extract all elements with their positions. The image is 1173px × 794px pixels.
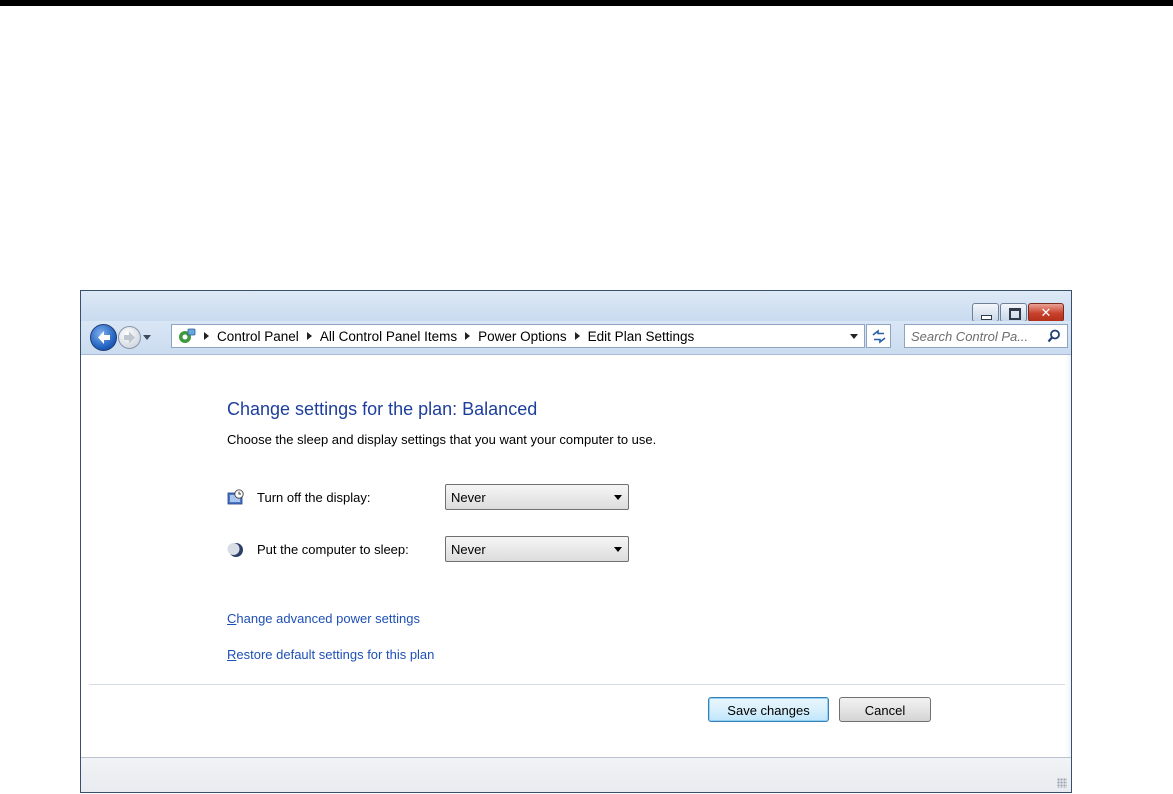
content-pane: Change settings for the plan: Balanced C…	[81, 355, 1071, 685]
minimize-icon	[973, 304, 998, 321]
control-panel-window: ✕ Control Panel All Control Panel Items …	[80, 290, 1072, 793]
back-button[interactable]	[90, 324, 117, 351]
breadcrumb-edit-plan-settings[interactable]: Edit Plan Settings	[588, 329, 695, 344]
caption-buttons: ✕	[972, 303, 1064, 322]
close-button[interactable]: ✕	[1028, 303, 1064, 322]
breadcrumb-control-panel[interactable]: Control Panel	[217, 329, 299, 344]
content-edge	[1065, 355, 1071, 765]
arrow-left-icon	[98, 331, 110, 344]
chevron-right-icon[interactable]	[574, 332, 580, 340]
refresh-button[interactable]	[866, 324, 891, 348]
maximize-button[interactable]	[1000, 303, 1027, 322]
link-access-key: R	[227, 647, 237, 662]
chevron-right-icon[interactable]	[306, 332, 312, 340]
minimize-button[interactable]	[972, 303, 999, 322]
chevron-right-icon[interactable]	[465, 332, 471, 340]
close-icon: ✕	[1040, 305, 1052, 320]
recent-pages-dropdown[interactable]	[143, 335, 151, 340]
title-bar[interactable]: ✕	[81, 291, 1071, 322]
breadcrumb-all-control-panel-items[interactable]: All Control Panel Items	[320, 329, 457, 344]
link-text: estore default settings for this plan	[236, 647, 435, 662]
moon-icon	[227, 541, 245, 559]
search-box[interactable]	[904, 324, 1068, 348]
page-subtitle: Choose the sleep and display settings th…	[227, 432, 657, 447]
divider	[89, 684, 1065, 685]
restore-default-settings-link[interactable]: Restore default settings for this plan	[227, 647, 434, 662]
status-bar	[81, 757, 1071, 792]
monitor-clock-icon	[227, 489, 245, 507]
address-bar: Control Panel All Control Panel Items Po…	[81, 321, 1071, 355]
save-changes-button[interactable]: Save changes	[708, 697, 829, 722]
cancel-button[interactable]: Cancel	[839, 697, 931, 722]
display-timeout-select[interactable]: Never	[445, 484, 629, 510]
arrow-right-icon	[124, 331, 135, 344]
forward-button[interactable]	[118, 326, 141, 349]
link-text: hange advanced power settings	[236, 611, 420, 626]
link-access-key: C	[227, 611, 237, 626]
chevron-down-icon	[614, 495, 622, 500]
control-panel-icon	[176, 327, 196, 345]
sleep-timeout-select[interactable]: Never	[445, 536, 629, 562]
breadcrumb-power-options[interactable]: Power Options	[478, 329, 567, 344]
maximize-icon	[1001, 304, 1026, 321]
chevron-down-icon	[614, 547, 622, 552]
sleep-setting-label: Put the computer to sleep:	[257, 542, 409, 557]
address-dropdown-icon[interactable]	[850, 334, 858, 339]
chevron-right-icon[interactable]	[204, 332, 209, 340]
display-timeout-value: Never	[451, 490, 486, 505]
top-border-bar	[0, 0, 1173, 6]
breadcrumb[interactable]: Control Panel All Control Panel Items Po…	[171, 324, 865, 348]
resize-grip-icon[interactable]	[1057, 778, 1067, 788]
search-input[interactable]	[911, 327, 1039, 345]
change-advanced-power-settings-link[interactable]: Change advanced power settings	[227, 611, 420, 626]
page-title: Change settings for the plan: Balanced	[227, 399, 538, 419]
search-icon[interactable]	[1047, 329, 1061, 343]
sleep-timeout-value: Never	[451, 542, 486, 557]
refresh-icon	[872, 329, 886, 344]
display-setting-label: Turn off the display:	[257, 490, 371, 505]
